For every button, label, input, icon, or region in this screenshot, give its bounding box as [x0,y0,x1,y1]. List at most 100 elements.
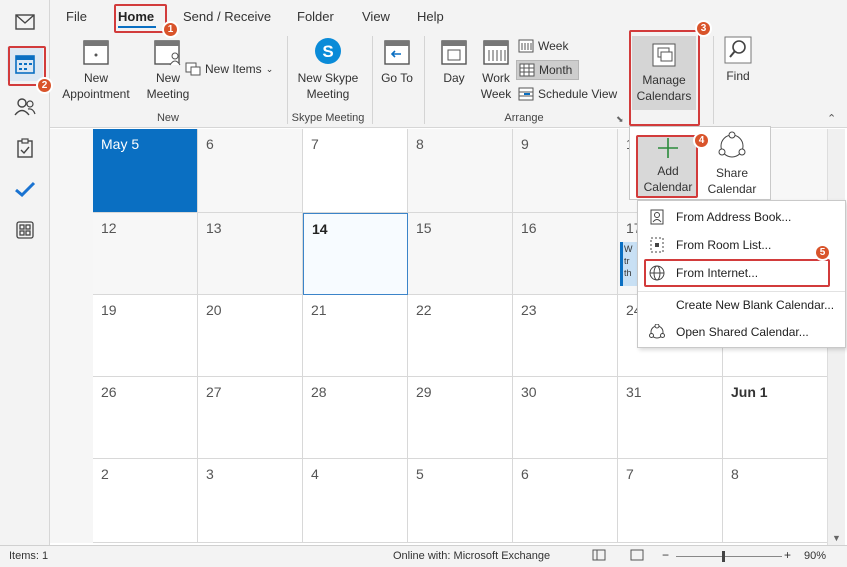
calendar-day-cell[interactable]: 30 [513,377,618,459]
schedule-icon [518,87,534,101]
goto-icon [384,40,410,65]
event-snippet[interactable]: W tr th [620,242,638,286]
ribbon: New Appointment New Meeting New Items ⌄ N… [50,30,847,128]
work-week-icon [483,40,509,65]
new-items-button[interactable]: New Items ⌄ [185,62,273,76]
menu-item-address-book[interactable]: From Address Book... [638,205,845,229]
calendar-day-cell[interactable]: May 5 [93,129,198,213]
new-items-icon [185,62,201,76]
calendar-day-cell[interactable]: 20 [198,295,303,377]
calendar-day-cell[interactable]: 7 [303,129,408,213]
calendar-day-cell[interactable]: 19 [93,295,198,377]
day-view-button[interactable]: Day [434,38,474,86]
calendar-day-cell[interactable]: 8 [723,459,828,543]
items-count: Items: 1 [9,550,49,562]
tab-folder[interactable]: Folder [297,9,334,24]
people-icon[interactable] [7,90,43,124]
new-skype-meeting-button[interactable]: S New Skype Meeting [292,36,364,102]
calendar-day-cell[interactable]: 29 [408,377,513,459]
status-bar: Items: 1 Online with: Microsoft Exchange… [0,545,847,567]
calendar-day-cell[interactable]: 16 [513,213,618,295]
divider [424,36,425,124]
calendar-day-cell[interactable]: 6 [198,129,303,213]
calendar-day-cell[interactable]: 3 [198,459,303,543]
normal-view-icon[interactable] [592,549,606,564]
calendar-day-cell[interactable]: Jun 1 [723,377,828,459]
calendar-day-cell[interactable]: 12 [93,213,198,295]
chevron-down-icon: ⌄ [265,63,274,74]
week-view-button[interactable]: Week [518,39,568,53]
find-button[interactable]: Find [718,36,758,84]
day-label: Day [443,71,465,85]
reading-view-icon[interactable] [630,549,644,564]
collapse-ribbon-icon[interactable]: ⌃ [827,112,836,125]
work-week-button[interactable]: Work Week [476,38,516,102]
zoom-out-icon[interactable]: − [662,548,669,562]
calendar-day-cell[interactable]: 15 [408,213,513,295]
zoom-in-icon[interactable]: + [784,548,791,562]
calendar-day-cell[interactable]: 7 [618,459,723,543]
day-icon [441,40,467,65]
skype-meeting-label: New Skype Meeting [297,71,359,101]
group-new-label: New [156,112,179,124]
week-label: Week [538,39,569,53]
zoom-slider-thumb[interactable] [722,551,725,562]
schedule-view-label: Schedule View [538,87,618,101]
calendar-day-cell[interactable]: 31 [618,377,723,459]
go-to-button[interactable]: Go To [378,38,416,86]
month-view-button[interactable]: Month [516,60,580,80]
calendar-day-cell[interactable]: 14 [303,213,408,295]
calendar-icon [83,40,109,65]
calendar-day-cell[interactable]: 8 [408,129,513,213]
step-badge-3: 3 [695,20,712,37]
calendar-day-cell[interactable]: 4 [303,459,408,543]
step-badge-1: 1 [162,21,179,38]
calendar-day-cell[interactable]: 23 [513,295,618,377]
menu-label: Create New Blank Calendar... [676,298,835,312]
menu-item-blank-calendar[interactable]: Create New Blank Calendar... [638,293,845,317]
week-icon [518,39,534,53]
calendar-day-cell[interactable]: 2 [93,459,198,543]
tab-help[interactable]: Help [417,9,444,24]
skype-icon: S [315,38,341,64]
group-arrange-label: Arrange [504,112,544,124]
calendar-day-cell[interactable]: 21 [303,295,408,377]
new-appointment-label: New Appointment [62,71,130,101]
calendar-day-cell[interactable]: 9 [513,129,618,213]
tab-view[interactable]: View [362,9,390,24]
month-label: Month [539,63,573,77]
calendar-day-cell[interactable]: 27 [198,377,303,459]
svg-text:S: S [322,42,333,61]
calendar-day-cell[interactable]: 26 [93,377,198,459]
step-badge-5: 5 [814,244,831,261]
new-items-label: New Items [205,62,262,76]
address-book-icon [650,209,664,225]
calendar-day-cell[interactable]: 22 [408,295,513,377]
calendar-gutter [50,129,93,543]
group-skype-label: Skype Meeting [291,112,365,124]
share-calendar-label: Share Calendar [707,166,757,196]
menu-separator [638,291,845,292]
search-icon [724,36,752,64]
calendar-day-cell[interactable]: 5 [408,459,513,543]
dialog-launcher-icon[interactable]: ⬊ [616,114,624,125]
calendar-day-cell[interactable]: 28 [303,377,408,459]
room-list-icon [650,237,664,253]
todo-check-icon[interactable] [7,172,43,206]
tasks-icon[interactable] [7,131,43,165]
calendar-day-cell[interactable]: 13 [198,213,303,295]
highlight-from-internet [644,259,830,287]
schedule-view-button[interactable]: Schedule View [518,87,617,101]
highlight-home-tab [114,4,167,33]
mail-icon[interactable] [7,5,43,39]
tab-send-receive[interactable]: Send / Receive [183,9,271,24]
connection-status: Online with: Microsoft Exchange [393,550,551,562]
new-appointment-button[interactable]: New Appointment [56,38,136,102]
scroll-down-icon[interactable]: ▼ [832,533,841,543]
apps-icon[interactable] [7,213,43,247]
new-meeting-label: New Meeting [146,71,190,101]
zoom-slider[interactable] [676,556,782,557]
menu-item-open-shared[interactable]: Open Shared Calendar... [638,320,845,344]
calendar-day-cell[interactable]: 6 [513,459,618,543]
tab-file[interactable]: File [66,9,87,24]
